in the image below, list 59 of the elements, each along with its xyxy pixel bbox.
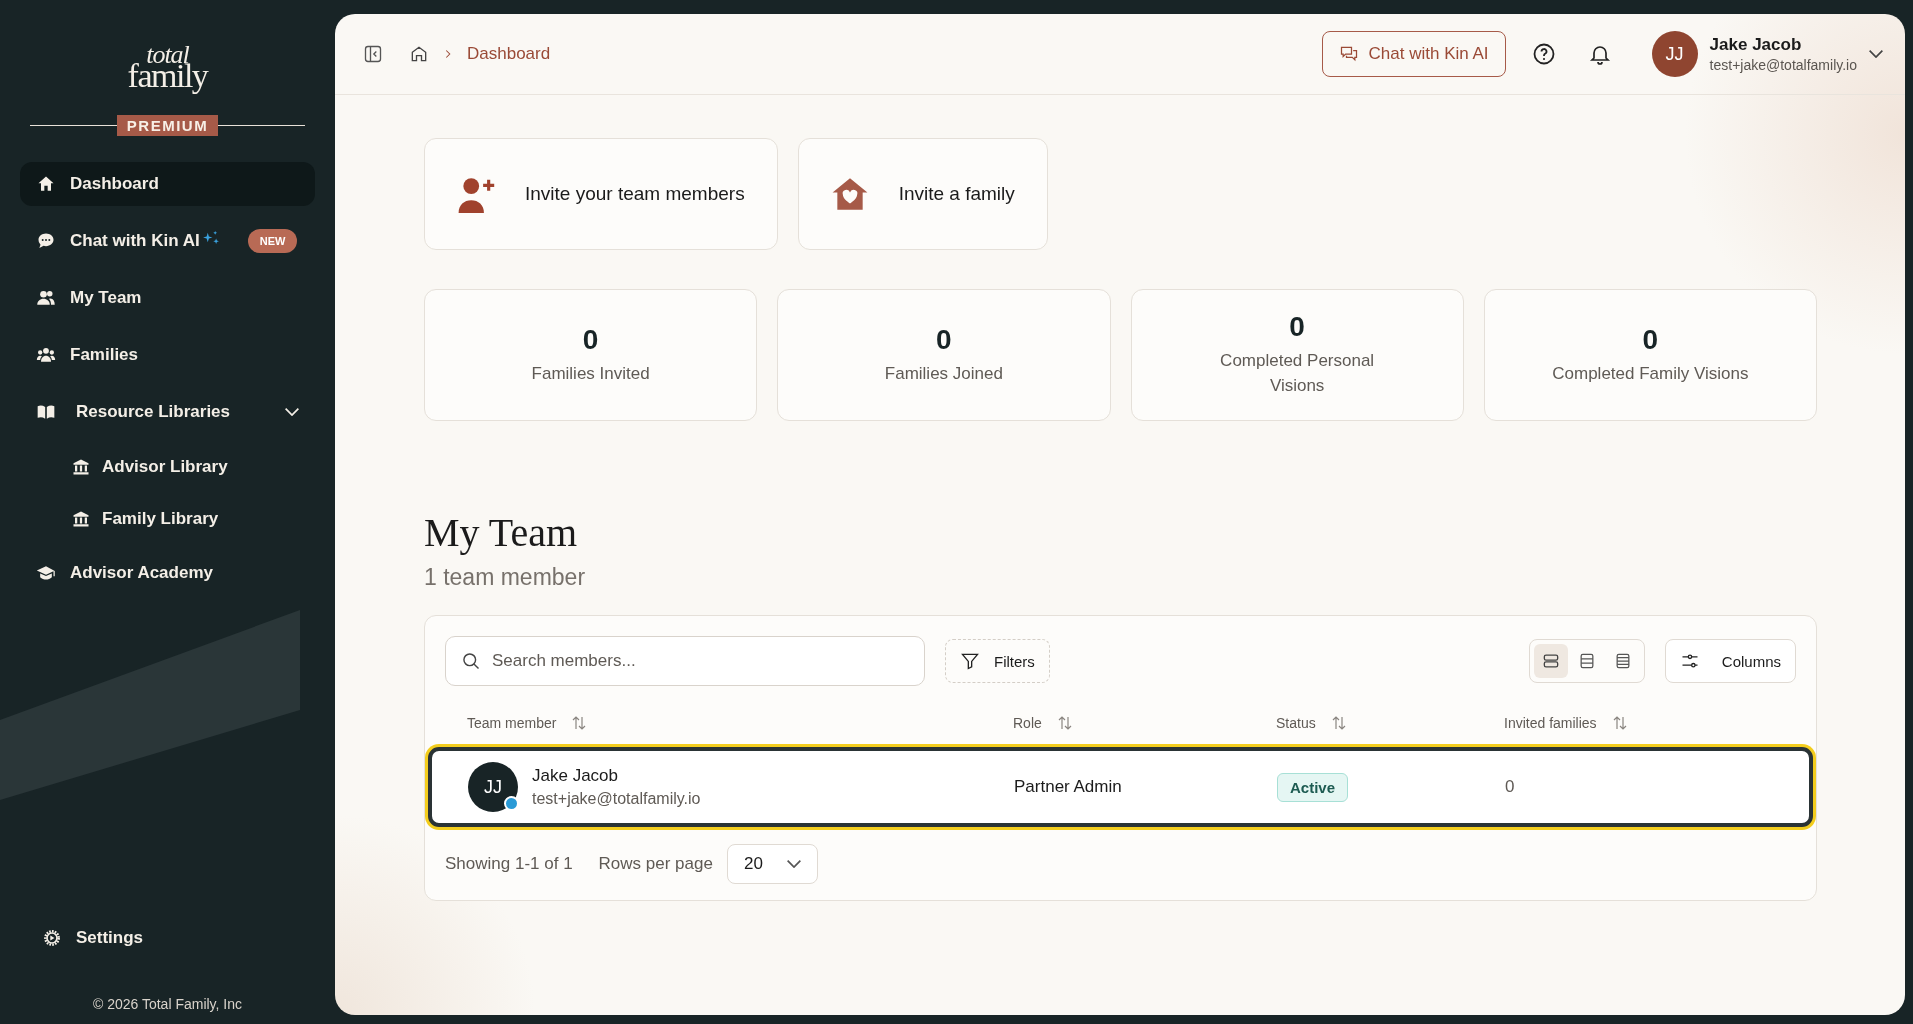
stat-card: 0 Completed Family Visions — [1483, 289, 1817, 421]
help-icon — [1531, 42, 1556, 66]
pagination-summary: Showing 1-1 of 1 — [445, 854, 573, 874]
nav-item[interactable]: Advisor Academy — [20, 551, 315, 595]
search-field[interactable]: Search members... — [445, 636, 925, 686]
team-row[interactable]: JJ Jake Jacob test+jake@totalfamily.io Partner Admin Active 0 — [428, 747, 1813, 827]
nav-subitem[interactable]: Advisor Library — [20, 447, 315, 487]
column-header[interactable]: Team member — [467, 714, 1013, 732]
view-toggle[interactable] — [1533, 644, 1568, 678]
role-cell-text: Partner Admin — [1014, 777, 1123, 797]
chat-button[interactable]: Chat with Kin AI — [1321, 31, 1506, 77]
logo: total family — [126, 39, 209, 96]
panel-collapse-icon — [363, 44, 383, 64]
column-header[interactable]: Role — [1013, 714, 1276, 732]
add-person-icon — [457, 175, 495, 213]
settings-link[interactable]: Settings — [20, 918, 315, 958]
member-name: Jake Jacob — [532, 766, 619, 786]
user-email: test+jake@totalfamily.io — [1709, 57, 1857, 73]
section-title: My Team — [424, 509, 579, 556]
group-icon — [36, 345, 56, 365]
nav-item[interactable]: Resource Libraries — [20, 390, 315, 434]
rows-per-page-label: Rows per page — [598, 854, 713, 874]
nav-item[interactable]: Dashboard — [20, 162, 315, 206]
stat-card: 0 Families Invited — [424, 289, 758, 421]
chevron-down-icon — [786, 860, 801, 868]
status-badge: Active — [1277, 772, 1349, 802]
filter-icon — [960, 651, 980, 671]
plan-badge: PREMIUM — [116, 115, 219, 136]
user-avatar[interactable]: JJ — [1651, 31, 1698, 77]
columns-button[interactable]: Columns — [1664, 639, 1796, 683]
action-card[interactable]: Invite your team members — [424, 138, 778, 250]
nav-subitem[interactable]: Family Library — [20, 499, 315, 539]
column-header[interactable]: Status — [1276, 714, 1504, 732]
home-outline-icon — [409, 44, 429, 64]
invited-count-cell-text: 0 — [1505, 777, 1516, 797]
nav-item[interactable]: Chat with Kin AI NEW — [20, 219, 315, 263]
member-avatar: JJ — [468, 762, 518, 812]
stat-card: 0 Completed Personal Visions — [1130, 289, 1464, 421]
chevron-down-icon — [285, 408, 299, 416]
bank-icon — [72, 458, 90, 476]
nav-item[interactable]: Families — [20, 333, 315, 377]
new-badge: NEW — [247, 229, 298, 253]
breadcrumb-link[interactable]: Dashboard — [467, 44, 551, 64]
copyright-text: © 2026 Total Family, Inc — [91, 996, 244, 1012]
nav-item[interactable]: My Team — [20, 276, 315, 320]
users-icon — [36, 288, 56, 308]
action-card[interactable]: Invite a family — [797, 138, 1048, 250]
rows-per-page-select[interactable]: 20 — [726, 844, 818, 884]
home-icon — [36, 174, 56, 194]
home-link[interactable] — [409, 44, 429, 64]
bank-icon — [72, 510, 90, 528]
gear-icon — [42, 928, 62, 948]
section-subtitle: 1 team member — [424, 564, 587, 591]
user-name: Jake Jacob — [1709, 35, 1803, 55]
chevron-down-icon — [1869, 50, 1883, 58]
stat-card: 0 Families Joined — [777, 289, 1111, 421]
member-email: test+jake@totalfamily.io — [532, 790, 701, 808]
filters-button[interactable]: Filters — [945, 639, 1050, 683]
column-header[interactable]: Invited families — [1504, 714, 1796, 732]
